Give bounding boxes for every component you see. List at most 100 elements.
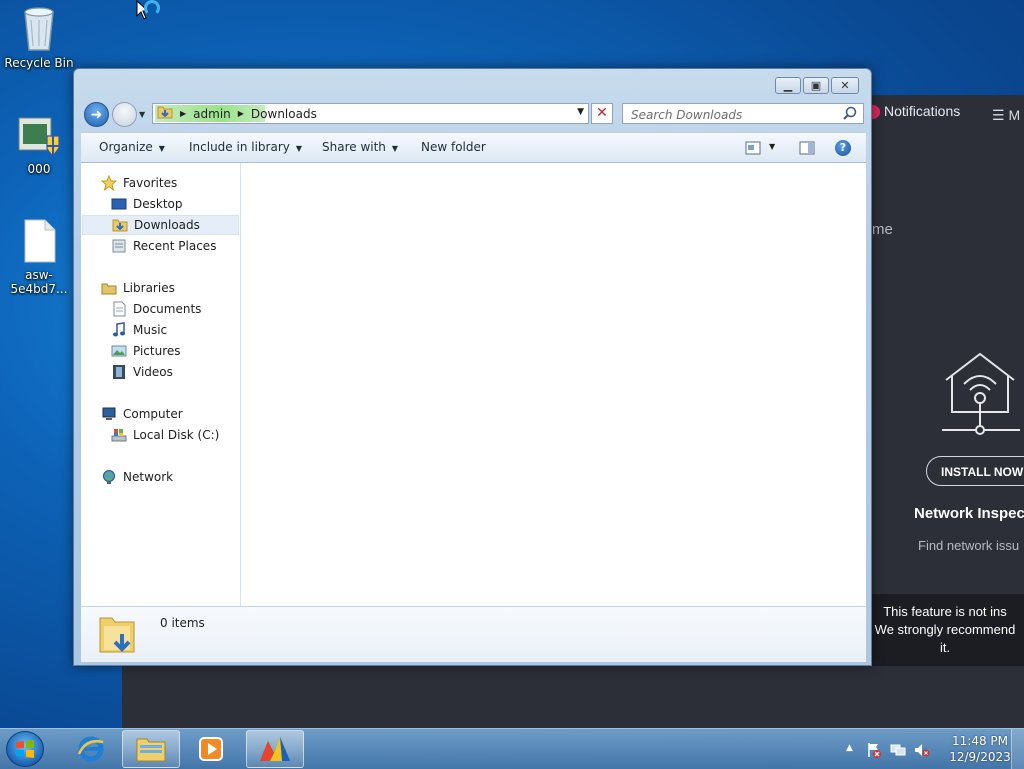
stop-button[interactable]: ✕ <box>591 103 613 124</box>
desktop-icon-000[interactable]: 000 <box>0 116 78 176</box>
nav-label: Recent Places <box>133 239 217 253</box>
taskbar-internet-explorer[interactable] <box>62 730 120 768</box>
item-count: 0 items <box>160 616 205 630</box>
clock-date: 12/9/2023 <box>949 750 1011 764</box>
taskbar-avg[interactable] <box>246 730 304 768</box>
music-note-icon <box>111 322 127 338</box>
desktop-icon <box>111 196 127 212</box>
pictures-icon <box>111 343 127 359</box>
search-input[interactable] <box>629 105 843 124</box>
nav-label: Music <box>133 323 168 337</box>
nav-label: Local Disk (C:) <box>133 428 220 442</box>
nav-desktop[interactable]: Desktop <box>111 194 183 214</box>
maximize-button[interactable]: ▣ <box>803 77 829 94</box>
new-folder-label: New folder <box>421 140 486 154</box>
preview-pane-icon[interactable] <box>799 141 815 158</box>
view-options-dropdown[interactable]: ▼ <box>769 142 775 151</box>
program-shield-icon <box>17 116 61 158</box>
libraries-icon <box>101 280 117 296</box>
desktop-icon-label: Recycle Bin <box>4 56 74 70</box>
media-player-icon <box>199 737 223 761</box>
show-desktop-button[interactable] <box>1011 729 1024 769</box>
network-house-icon <box>940 352 1024 439</box>
details-pane: 0 items <box>81 606 866 662</box>
recent-places-icon <box>111 238 127 254</box>
install-now-button[interactable]: INSTALL NOW <box>926 456 1024 486</box>
taskbar-media-player[interactable] <box>182 730 240 768</box>
breadcrumb-arrow-icon[interactable]: ▶ <box>180 109 186 118</box>
toast-line: We strongly recommend <box>874 622 1016 637</box>
network-status-icon[interactable] <box>890 742 906 761</box>
maximize-icon: ▣ <box>810 79 822 92</box>
back-button[interactable]: ➜ <box>84 102 109 127</box>
volume-muted-icon[interactable] <box>914 742 930 761</box>
desktop-icon-recycle-bin[interactable]: Recycle Bin <box>0 6 78 70</box>
notifications-button[interactable]: Notifications <box>870 103 960 120</box>
nav-label: Favorites <box>123 176 178 190</box>
file-list-area[interactable] <box>241 163 866 606</box>
nav-network[interactable]: Network <box>101 467 173 487</box>
nav-pictures[interactable]: Pictures <box>111 341 181 361</box>
nav-downloads[interactable]: Downloads <box>82 215 239 235</box>
downloads-folder-large-icon <box>98 612 138 659</box>
nav-label: Network <box>123 470 174 484</box>
search-icon[interactable] <box>843 106 857 123</box>
close-button[interactable]: ✕ <box>831 77 859 94</box>
caption-buttons: ▁ ▣ ✕ <box>773 77 859 94</box>
nav-documents[interactable]: Documents <box>111 299 201 319</box>
nav-local-disk[interactable]: Local Disk (C:) <box>111 425 219 445</box>
search-box <box>622 103 864 124</box>
toast-line: it. <box>939 640 951 655</box>
help-button[interactable]: ? <box>835 140 851 156</box>
breadcrumb-admin[interactable]: admin <box>193 107 231 121</box>
forward-button[interactable] <box>112 102 137 127</box>
chevron-down-icon: ▼ <box>391 144 399 153</box>
nav-libraries[interactable]: Libraries <box>101 278 175 298</box>
organize-menu[interactable]: Organize ▼ <box>99 140 165 154</box>
address-bar[interactable]: ▶ admin ▶ Downloads ▼ <box>152 103 589 124</box>
hard-disk-icon <box>111 427 127 443</box>
nav-label: Pictures <box>133 344 181 358</box>
desktop-icon-label: 000 <box>27 162 51 176</box>
nav-label: Computer <box>123 407 183 421</box>
breadcrumb-downloads[interactable]: Downloads <box>251 107 317 121</box>
clock[interactable]: 11:48 PM 12/9/2023 <box>948 733 1012 765</box>
include-in-library-menu[interactable]: Include in library ▼ <box>189 140 302 154</box>
share-with-label: Share with <box>322 140 386 154</box>
taskbar-windows-explorer[interactable] <box>122 730 180 768</box>
chevron-down-icon: ▼ <box>158 144 165 153</box>
change-view-icon[interactable] <box>745 141 761 158</box>
nav-favorites[interactable]: Favorites <box>100 173 178 193</box>
minimize-icon: ▁ <box>783 79 793 92</box>
action-center-flag-icon[interactable] <box>866 742 882 761</box>
minimize-button[interactable]: ▁ <box>775 77 801 94</box>
new-folder-button[interactable]: New folder <box>421 140 486 154</box>
nav-music[interactable]: Music <box>111 320 167 340</box>
nav-computer[interactable]: Computer <box>101 404 183 424</box>
partial-heading: me <box>872 221 893 238</box>
recent-pages-dropdown[interactable]: ▼ <box>139 110 145 119</box>
nav-label: Downloads <box>134 218 200 232</box>
downloads-folder-icon <box>157 104 173 123</box>
desktop-icon-asw-file[interactable]: asw-5e4bd7... <box>0 218 78 296</box>
breadcrumb-arrow-icon[interactable]: ▶ <box>238 109 244 118</box>
nav-label: Desktop <box>133 197 183 211</box>
navigation-bar: ➜ ▼ ▶ admin ▶ Downloads ▼ ✕ <box>82 101 865 127</box>
chevron-down-icon: ▼ <box>295 144 303 153</box>
arrow-left-icon: ➜ <box>90 106 103 123</box>
network-globe-icon <box>101 469 117 485</box>
show-hidden-icons-button[interactable]: ▲ <box>846 743 853 753</box>
organize-label: Organize <box>99 140 153 154</box>
command-bar: Organize ▼ Include in library ▼ Share with… <box>81 132 866 163</box>
nav-videos[interactable]: Videos <box>111 362 173 382</box>
nav-label: Documents <box>133 302 202 316</box>
blank-file-icon <box>21 218 57 264</box>
nav-recent-places[interactable]: Recent Places <box>111 236 216 256</box>
share-with-menu[interactable]: Share with ▼ <box>322 140 398 154</box>
avg-logo-icon <box>260 737 290 761</box>
feature-title: Network Inspec <box>914 505 1024 522</box>
desktop-icon-label: asw-5e4bd7... <box>10 268 68 296</box>
address-dropdown-icon[interactable]: ▼ <box>577 107 584 117</box>
menu-button[interactable]: ☰ M <box>992 107 1020 124</box>
start-button[interactable] <box>6 731 44 767</box>
